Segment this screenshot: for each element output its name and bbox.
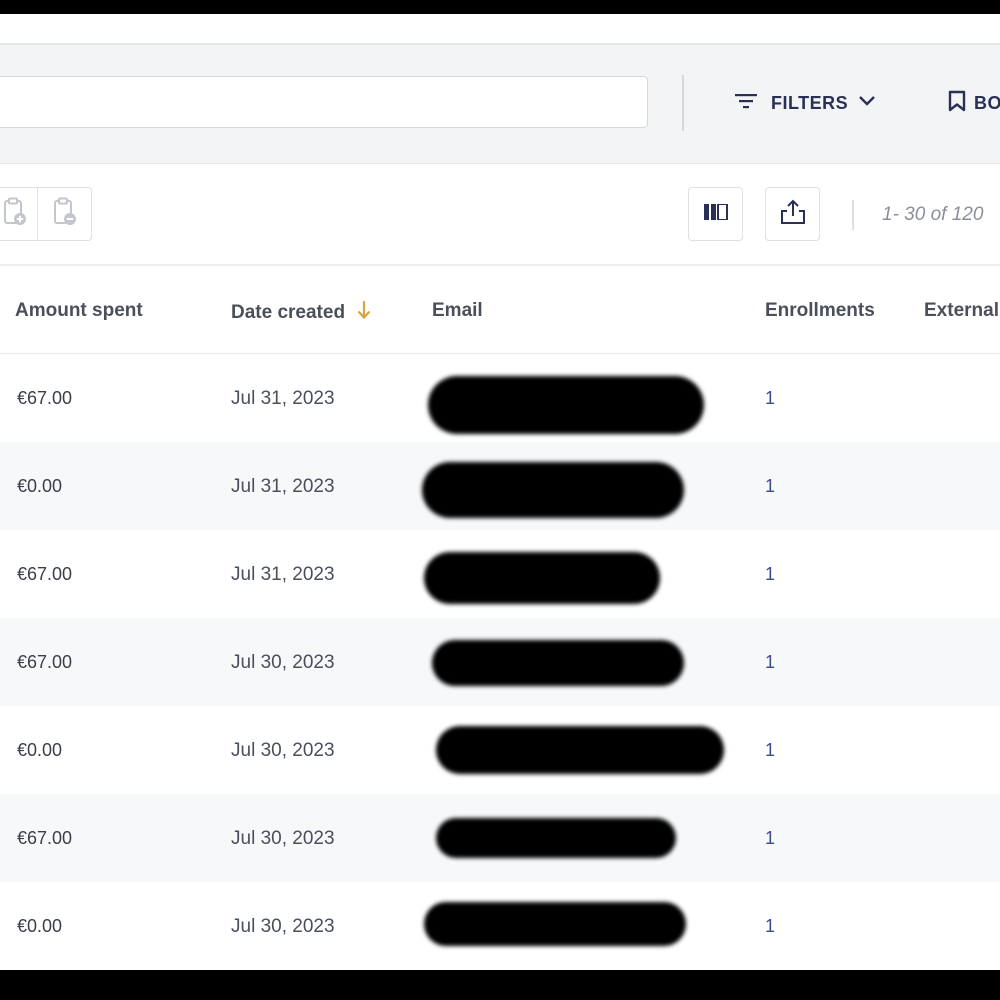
- filters-label: FILTERS: [771, 92, 849, 113]
- cell-email-redacted: [436, 726, 724, 774]
- column-header-date[interactable]: Date created: [231, 300, 371, 326]
- cell-email-redacted: [424, 552, 660, 604]
- column-header-enrollments[interactable]: Enrollments: [765, 300, 875, 322]
- bookmarks-label: BO: [974, 92, 1000, 113]
- cell-amount: €0.00: [17, 740, 63, 760]
- divider: [682, 75, 684, 131]
- cell-date: Jul 31, 2023: [231, 476, 335, 497]
- app-window: FILTERS BO 1- 30 of 120 Amount spent Dat…: [0, 14, 1000, 970]
- cell-date: Jul 30, 2023: [231, 916, 335, 937]
- cell-amount: €67.00: [17, 388, 73, 408]
- cell-email-redacted: [428, 376, 704, 434]
- cell-enrollments[interactable]: 1: [765, 740, 775, 761]
- cell-email-redacted: [432, 640, 684, 686]
- filters-button[interactable]: FILTERS: [735, 87, 876, 119]
- cell-enrollments[interactable]: 1: [765, 476, 775, 497]
- table-row[interactable]: €67.00 Jul 30, 2023 1: [0, 794, 1000, 882]
- cell-amount: €67.00: [17, 828, 73, 848]
- bulk-remove-button[interactable]: [37, 187, 92, 241]
- table-row[interactable]: €0.00 Jul 30, 2023 1: [0, 882, 1000, 970]
- cell-date: Jul 30, 2023: [231, 828, 335, 849]
- cell-amount: €0.00: [17, 476, 63, 496]
- export-icon: [779, 199, 807, 230]
- cell-amount: €0.00: [17, 916, 63, 936]
- cell-date: Jul 30, 2023: [231, 740, 335, 761]
- clipboard-add-icon: [2, 197, 28, 232]
- column-header-external[interactable]: External: [924, 300, 999, 322]
- filter-lines-icon: [735, 93, 757, 114]
- columns-icon: [703, 202, 728, 225]
- cell-enrollments[interactable]: 1: [765, 564, 775, 585]
- cell-enrollments[interactable]: 1: [765, 652, 775, 673]
- column-header-amount[interactable]: Amount spent: [15, 300, 143, 322]
- pagination-text: 1- 30 of 120: [882, 204, 984, 225]
- cell-amount: €67.00: [17, 652, 73, 672]
- table-row[interactable]: €67.00 Jul 31, 2023 1: [0, 354, 1000, 442]
- column-header-date-label: Date created: [231, 302, 346, 323]
- cell-date: Jul 31, 2023: [231, 564, 335, 585]
- divider: [852, 200, 854, 230]
- search-input[interactable]: [0, 76, 648, 128]
- top-strip: [0, 14, 1000, 45]
- table-toolbar: [0, 164, 1000, 266]
- export-button[interactable]: [765, 187, 820, 241]
- bookmark-icon: [948, 90, 966, 117]
- cell-email-redacted: [436, 818, 676, 858]
- cell-enrollments[interactable]: 1: [765, 916, 775, 937]
- table-row[interactable]: €0.00 Jul 31, 2023 1: [0, 442, 1000, 530]
- cell-date: Jul 31, 2023: [231, 388, 335, 409]
- chevron-down-icon: [858, 94, 876, 112]
- columns-button[interactable]: [688, 187, 743, 241]
- cell-enrollments[interactable]: 1: [765, 828, 775, 849]
- cell-amount: €67.00: [17, 564, 73, 584]
- arrow-down-icon: [357, 300, 371, 326]
- bookmarks-button[interactable]: BO: [948, 87, 1000, 119]
- table-row[interactable]: €67.00 Jul 31, 2023 1: [0, 530, 1000, 618]
- column-header-email[interactable]: Email: [432, 300, 483, 322]
- cell-enrollments[interactable]: 1: [765, 388, 775, 409]
- filter-bar: FILTERS BO: [0, 45, 1000, 164]
- bulk-add-button[interactable]: [0, 187, 38, 241]
- table-row[interactable]: €67.00 Jul 30, 2023 1: [0, 618, 1000, 706]
- cell-email-redacted: [422, 462, 684, 518]
- cell-date: Jul 30, 2023: [231, 652, 335, 673]
- table-row[interactable]: €0.00 Jul 30, 2023 1: [0, 706, 1000, 794]
- clipboard-remove-icon: [52, 197, 78, 232]
- cell-email-redacted: [424, 902, 686, 946]
